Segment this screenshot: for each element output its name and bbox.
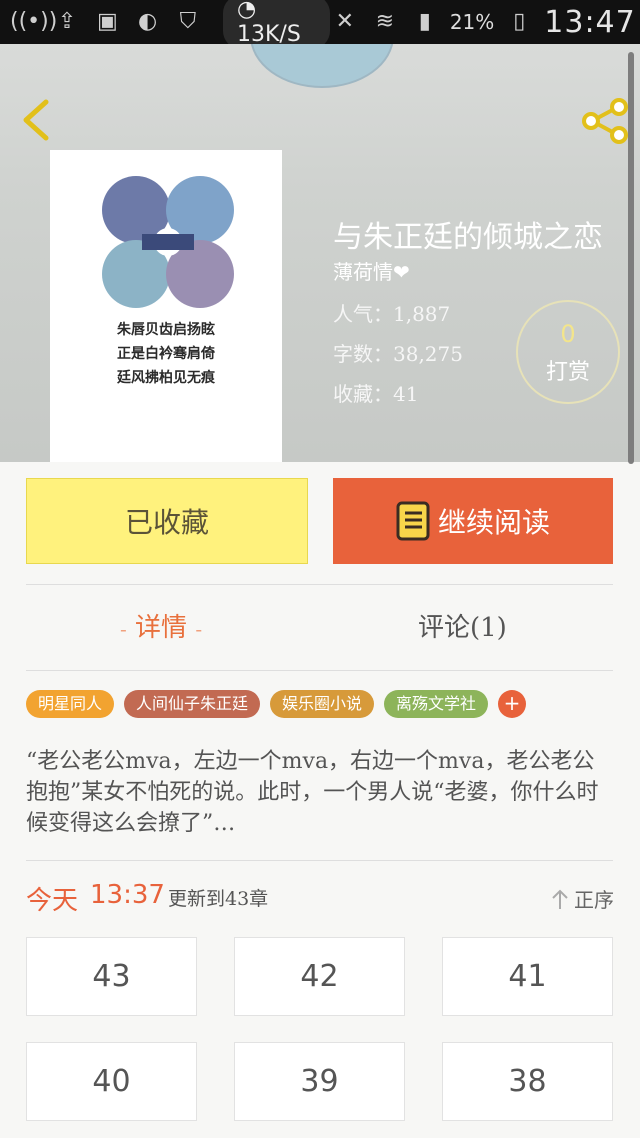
usb-icon: ((•)) [10, 9, 58, 34]
tab-detail[interactable]: - 详情 - [120, 606, 202, 650]
update-icon: ⇪ [57, 9, 77, 34]
status-bar: ((•)) ⇪ ▣ ◐ ⛉ ◔ 13K/S ✕ ≋ ▮ 21% ▯ 13:47 [0, 0, 640, 49]
image-icon: ▣ [96, 9, 118, 34]
clock: 13:47 [544, 4, 636, 40]
cover-artwork [102, 176, 234, 308]
tip-button[interactable]: 0 打赏 [516, 300, 620, 404]
chapter-button[interactable]: 42 [234, 937, 405, 1016]
tip-label: 打赏 [545, 360, 590, 385]
favorites-stat: 收藏：41 [333, 382, 419, 406]
word-count-stat: 字数：38,275 [333, 342, 463, 366]
chapter-button[interactable]: 40 [26, 1042, 197, 1121]
chapter-button[interactable]: 38 [442, 1042, 613, 1121]
tag-list: 明星同人 人间仙子朱正廷 娱乐圈小说 离殇文学社 + [26, 690, 527, 718]
add-tag-button[interactable]: + [498, 690, 527, 718]
battery-icon: ▯ [513, 9, 526, 34]
chapter-button[interactable]: 43 [26, 937, 197, 1016]
collected-button[interactable]: 已收藏 [26, 478, 308, 564]
network-speed: ◔ 13K/S [223, 0, 330, 49]
book-synopsis[interactable]: “老公老公mva，左边一个mva，右边一个mva，老公老公抱抱”某女不怕死的说。… [26, 746, 614, 839]
book-cover[interactable]: 朱唇贝齿启扬眩 正是白衿骞肩倚 廷风拂柏见无痕 [50, 150, 282, 462]
back-icon[interactable] [18, 98, 52, 142]
tag-item[interactable]: 人间仙子朱正廷 [124, 690, 261, 718]
wifi-signal-icon: ≋ [375, 9, 395, 34]
mute-icon: ✕ [335, 9, 355, 34]
tag-item[interactable]: 娱乐圈小说 [270, 690, 375, 718]
chapter-button[interactable]: 39 [234, 1042, 405, 1121]
author-name[interactable]: 薄荷情❤ [333, 256, 410, 285]
tip-count: 0 [560, 320, 576, 348]
scrollbar[interactable] [628, 52, 634, 464]
share-icon[interactable] [580, 98, 630, 144]
security-icon: ⛉ [179, 9, 197, 34]
wifi-icon: ◔ [237, 0, 257, 22]
cell-signal-icon: ▮ [418, 9, 431, 34]
tab-comments[interactable]: 评论(1) [418, 606, 507, 650]
continue-reading-button[interactable]: 继续阅读 [333, 478, 613, 564]
divider [26, 670, 613, 671]
book-header: 朱唇贝齿启扬眩 正是白衿骞肩倚 廷风拂柏见无痕 与朱正廷的倾城之恋 薄荷情❤ 人… [0, 44, 640, 462]
divider [26, 860, 613, 861]
update-chapter: 更新到43章 [168, 888, 269, 910]
battery-percent: 21% [449, 10, 495, 34]
update-time: 13:37 [90, 880, 165, 910]
qq-icon: ◐ [138, 9, 158, 34]
book-title: 与朱正廷的倾城之恋 [333, 220, 603, 255]
sort-button[interactable]: 正序 [550, 884, 614, 913]
update-day: 今天 [26, 886, 79, 916]
chapter-button[interactable]: 41 [442, 937, 613, 1016]
update-info: 今天 13:37 更新到43章 正序 [26, 880, 614, 920]
book-icon [396, 501, 430, 541]
popularity-stat: 人气：1,887 [333, 302, 451, 326]
arrow-up-icon [552, 889, 568, 909]
tag-item[interactable]: 明星同人 [26, 690, 115, 718]
tag-item[interactable]: 离殇文学社 [384, 690, 489, 718]
cover-poem: 朱唇贝齿启扬眩 正是白衿骞肩倚 廷风拂柏见无痕 [117, 322, 215, 386]
divider [26, 584, 613, 585]
